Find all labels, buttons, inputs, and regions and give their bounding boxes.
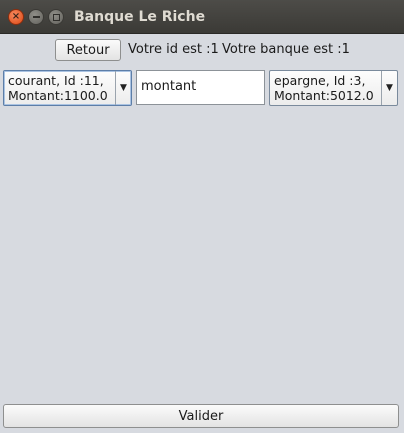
triangle-down-icon[interactable]: ▼ [115, 71, 131, 105]
window-title: Banque Le Riche [74, 9, 206, 25]
source-account-value: courant, Id :11, Montant:1100.0 [8, 73, 108, 103]
submit-button[interactable]: Valider [3, 404, 399, 428]
close-icon[interactable]: × [8, 9, 24, 25]
main-panel: Retour Votre id est :1 Votre banque est … [0, 34, 404, 433]
title-bar[interactable]: × Banque Le Riche [0, 0, 404, 34]
destination-account-line1: epargne, Id :3, [274, 73, 366, 88]
minimize-icon[interactable] [28, 9, 44, 25]
source-account-select[interactable]: courant, Id :11, Montant:1100.0 ▼ [3, 70, 132, 106]
source-account-line1: courant, Id :11, [8, 73, 104, 88]
maximize-icon[interactable] [48, 9, 64, 25]
app-window: × Banque Le Riche Retour Votre id est :1… [0, 0, 404, 433]
destination-account-value: epargne, Id :3, Montant:5012.0 [274, 73, 374, 103]
source-account-line2: Montant:1100.0 [8, 88, 108, 103]
bank-id-label: Votre banque est :1 [222, 42, 350, 57]
user-id-label: Votre id est :1 [128, 42, 219, 57]
triangle-down-icon[interactable]: ▼ [381, 71, 397, 105]
destination-account-line2: Montant:5012.0 [274, 88, 374, 103]
destination-account-select[interactable]: epargne, Id :3, Montant:5012.0 ▼ [269, 70, 398, 106]
back-button[interactable]: Retour [55, 39, 121, 61]
amount-input[interactable]: montant [136, 70, 265, 105]
